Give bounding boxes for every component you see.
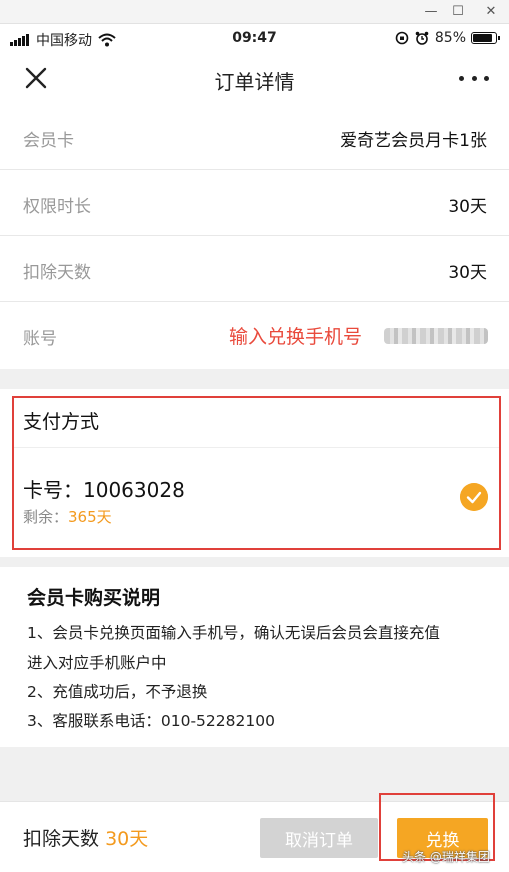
notes-line: 3、客服联系电话：010-52282100 <box>27 712 275 730</box>
row-value: 30天 <box>448 197 487 217</box>
window-close-button[interactable]: ✕ <box>480 2 502 22</box>
notes-line: 进入对应手机账户中 <box>27 654 167 672</box>
battery-percent: 85% <box>434 30 466 46</box>
notes-line: 1、会员卡兑换页面输入手机号，确认无误后会员会直接充值 <box>27 624 440 642</box>
window-titlebar: — ☐ ✕ <box>0 0 509 24</box>
alarm-icon <box>415 31 429 45</box>
window-minimize-button[interactable]: — <box>420 2 442 22</box>
status-right: 85% <box>395 30 500 46</box>
battery-icon <box>471 32 500 44</box>
status-bar: 中国移动 09:47 85% <box>0 24 509 54</box>
deduct-label: 扣除天数 <box>23 828 100 850</box>
payment-title: 支付方式 <box>23 411 100 433</box>
more-icon[interactable] <box>459 66 489 90</box>
remaining-label: 剩余： <box>23 508 69 526</box>
notes-line: 2、充值成功后，不予退换 <box>27 683 208 701</box>
section-divider <box>0 369 509 389</box>
section-divider <box>0 557 509 567</box>
deduct-value: 30天 <box>105 828 149 850</box>
cancel-order-button[interactable]: 取消订单 <box>260 818 378 858</box>
page-title: 订单详情 <box>214 70 295 94</box>
row-account[interactable]: 账号 输入兑换手机号 <box>0 302 509 368</box>
divider <box>14 447 499 448</box>
row-duration: 权限时长 30天 <box>0 170 509 236</box>
row-membership-card: 会员卡 爱奇艺会员月卡1张 <box>0 104 509 170</box>
account-annotation: 输入兑换手机号 <box>229 326 363 348</box>
order-info: 会员卡 爱奇艺会员月卡1张 权限时长 30天 扣除天数 30天 账号 输入兑换手… <box>0 104 509 368</box>
remaining-value: 365天 <box>68 508 112 526</box>
row-value: 30天 <box>448 263 487 283</box>
rotation-lock-icon <box>395 31 409 45</box>
bottom-bar: 扣除天数 30天 取消订单 兑换 头条 @瑞祥集团 <box>0 793 509 872</box>
blurred-phone-number <box>384 328 488 344</box>
purchase-notes: 会员卡购买说明 1、会员卡兑换页面输入手机号，确认无误后会员会直接充值 进入对应… <box>0 567 509 747</box>
notes-title: 会员卡购买说明 <box>27 587 161 609</box>
row-value: 爱奇艺会员月卡1张 <box>340 131 487 151</box>
row-label: 账号 <box>23 329 57 349</box>
checkmark-icon[interactable] <box>460 483 488 511</box>
row-deduct-days: 扣除天数 30天 <box>0 236 509 302</box>
deduct-summary: 扣除天数 30天 <box>23 824 148 851</box>
window-maximize-button[interactable]: ☐ <box>447 2 469 22</box>
remaining-days: 剩余：365天 <box>23 506 112 527</box>
watermark: 头条 @瑞祥集团 <box>402 850 490 864</box>
nav-bar: 订单详情 <box>0 54 509 104</box>
row-label: 会员卡 <box>23 131 74 151</box>
payment-section: 支付方式 卡号：10063028 剩余：365天 <box>0 389 509 557</box>
row-label: 权限时长 <box>23 197 91 217</box>
card-number: 卡号：10063028 <box>23 478 185 502</box>
row-label: 扣除天数 <box>23 263 91 283</box>
